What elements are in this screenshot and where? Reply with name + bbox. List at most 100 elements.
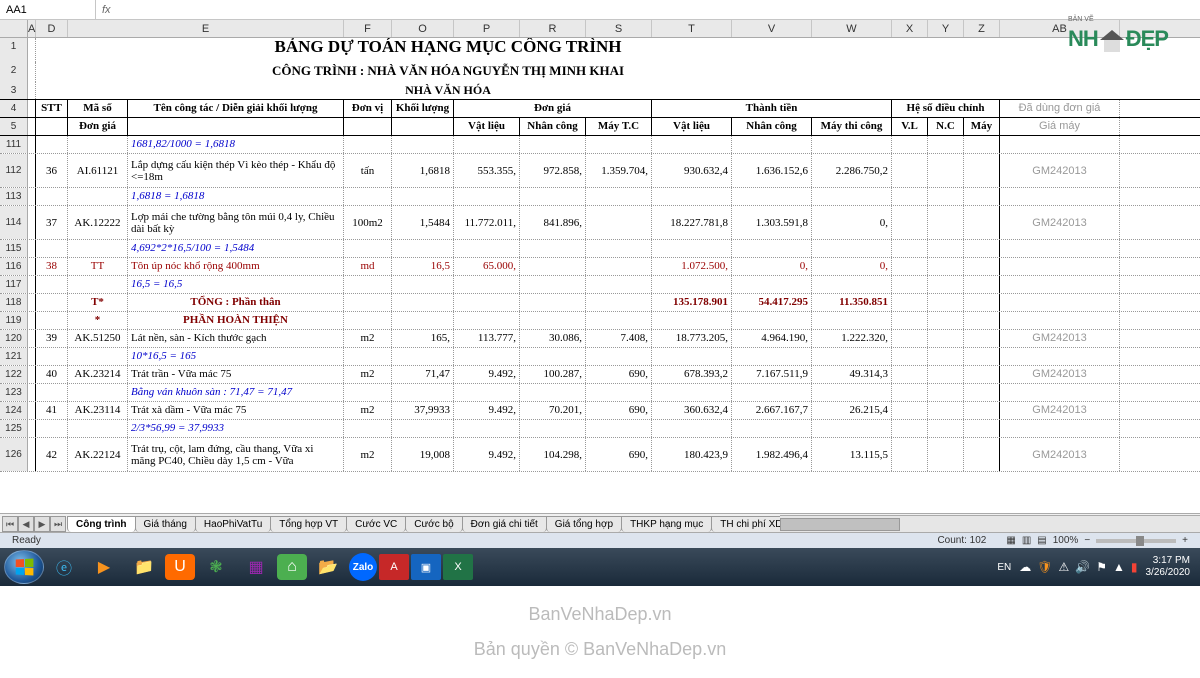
colhdr-D[interactable]: D <box>36 20 68 37</box>
rowhdr[interactable]: 1 <box>0 38 28 62</box>
cell-maso[interactable] <box>68 240 128 257</box>
cell-mtc[interactable] <box>586 420 652 437</box>
cell-tnc[interactable] <box>732 348 812 365</box>
tray-network-icon[interactable]: ⚠ <box>1059 560 1070 574</box>
cell-mtc[interactable] <box>586 188 652 205</box>
cell-stt[interactable]: 36 <box>36 154 68 187</box>
cell-mtc[interactable]: 690, <box>586 402 652 419</box>
cell-vl[interactable] <box>454 136 520 153</box>
cell-nc[interactable] <box>520 312 586 329</box>
cell-desc[interactable]: 16,5 = 16,5 <box>128 276 344 293</box>
cell-tmtc[interactable] <box>812 136 892 153</box>
cell-kl[interactable] <box>392 136 454 153</box>
cell-donvi[interactable] <box>344 276 392 293</box>
cell-tvl[interactable]: 18.773.205, <box>652 330 732 347</box>
cell-ab[interactable] <box>1000 420 1120 437</box>
select-all-corner[interactable] <box>0 20 28 37</box>
cell-mtc[interactable]: 690, <box>586 366 652 383</box>
cell-vl[interactable]: 11.772.011, <box>454 206 520 239</box>
cell-donvi[interactable] <box>344 348 392 365</box>
cell-donvi[interactable]: md <box>344 258 392 275</box>
rowhdr[interactable]: 118 <box>0 294 28 311</box>
cell-desc[interactable]: 1681,82/1000 = 1,6818 <box>128 136 344 153</box>
cell-nc[interactable] <box>520 276 586 293</box>
cell-desc[interactable]: TỔNG : Phần thân <box>128 294 344 311</box>
cell-vl[interactable] <box>454 294 520 311</box>
cell-tmtc[interactable]: 0, <box>812 206 892 239</box>
cell-kl[interactable]: 71,47 <box>392 366 454 383</box>
cell-nc[interactable] <box>520 348 586 365</box>
cell-tvl[interactable]: 678.393,2 <box>652 366 732 383</box>
cell-donvi[interactable] <box>344 240 392 257</box>
zoom-in-icon[interactable]: + <box>1182 535 1188 546</box>
cell-tmtc[interactable] <box>812 384 892 401</box>
rowhdr[interactable]: 126 <box>0 438 28 471</box>
cell-nc[interactable] <box>520 188 586 205</box>
cell-stt[interactable]: 39 <box>36 330 68 347</box>
cell-desc[interactable]: Trát trần - Vữa mác 75 <box>128 366 344 383</box>
cell-kl[interactable] <box>392 348 454 365</box>
cell-stt[interactable]: 40 <box>36 366 68 383</box>
cell-vl[interactable] <box>454 188 520 205</box>
cell-tvl[interactable]: 360.632,4 <box>652 402 732 419</box>
cell-vl[interactable]: 9.492, <box>454 402 520 419</box>
cell-nc[interactable] <box>520 136 586 153</box>
cell-maso[interactable]: AK.23114 <box>68 402 128 419</box>
tray-volume-icon[interactable]: 🔊 <box>1075 560 1090 574</box>
rowhdr[interactable]: 111 <box>0 136 28 153</box>
sheet-tab[interactable]: Công trình <box>67 516 136 532</box>
cell-desc[interactable]: Trát xà dầm - Vữa mác 75 <box>128 402 344 419</box>
cell-donvi[interactable] <box>344 188 392 205</box>
cell-ab[interactable]: GM242013 <box>1000 206 1120 239</box>
cell-maso[interactable] <box>68 136 128 153</box>
cell-donvi[interactable] <box>344 294 392 311</box>
cell-tnc[interactable] <box>732 240 812 257</box>
cell-donvi[interactable] <box>344 420 392 437</box>
rowhdr[interactable]: 3 <box>0 82 28 99</box>
cell-desc[interactable]: 2/3*56,99 = 37,9933 <box>128 420 344 437</box>
colhdr-E[interactable]: E <box>68 20 344 37</box>
rowhdr[interactable]: 116 <box>0 258 28 275</box>
cell-ab[interactable] <box>1000 312 1120 329</box>
rowhdr[interactable]: 112 <box>0 154 28 187</box>
view-pagebreak-icon[interactable]: ▤ <box>1037 535 1046 546</box>
cell-maso[interactable] <box>68 276 128 293</box>
cell-stt[interactable]: 42 <box>36 438 68 471</box>
colhdr-V[interactable]: V <box>732 20 812 37</box>
rowhdr[interactable]: 115 <box>0 240 28 257</box>
cell-tnc[interactable] <box>732 188 812 205</box>
cell-kl[interactable]: 16,5 <box>392 258 454 275</box>
cell-ab[interactable] <box>1000 136 1120 153</box>
cell-tvl[interactable]: 135.178.901 <box>652 294 732 311</box>
cell-nc[interactable] <box>520 240 586 257</box>
cell-desc[interactable]: Lắp dựng cấu kiện thép Vì kèo thép - Khẩ… <box>128 154 344 187</box>
sheet-tab[interactable]: Cước VC <box>346 516 406 532</box>
cell-kl[interactable] <box>392 384 454 401</box>
cell-vl[interactable] <box>454 348 520 365</box>
cell-tmtc[interactable]: 2.286.750,2 <box>812 154 892 187</box>
cell-desc[interactable]: 4,692*2*16,5/100 = 1,5484 <box>128 240 344 257</box>
cell-tnc[interactable]: 1.636.152,6 <box>732 154 812 187</box>
cell-tnc[interactable]: 0, <box>732 258 812 275</box>
cell-maso[interactable]: * <box>68 312 128 329</box>
cell-vl[interactable] <box>454 384 520 401</box>
cell-tvl[interactable] <box>652 240 732 257</box>
rowhdr[interactable]: 117 <box>0 276 28 293</box>
cell-ab[interactable] <box>1000 384 1120 401</box>
tray-cloud-icon[interactable]: ☁ <box>1019 560 1031 574</box>
zoom-level[interactable]: 100% <box>1053 535 1079 546</box>
cell-stt[interactable] <box>36 136 68 153</box>
tab-next-icon[interactable]: ▶ <box>34 516 50 532</box>
cell-kl[interactable] <box>392 188 454 205</box>
tab-prev-icon[interactable]: ◀ <box>18 516 34 532</box>
cell-tvl[interactable] <box>652 420 732 437</box>
cell-vl[interactable]: 9.492, <box>454 438 520 471</box>
cell-desc[interactable]: Lát nền, sàn - Kích thước gạch <box>128 330 344 347</box>
tray-chevron-icon[interactable]: ▲ <box>1113 560 1125 574</box>
rowhdr[interactable]: 123 <box>0 384 28 401</box>
cell-tmtc[interactable]: 11.350.851 <box>812 294 892 311</box>
start-button[interactable] <box>4 550 44 584</box>
rowhdr[interactable]: 124 <box>0 402 28 419</box>
colhdr-X[interactable]: X <box>892 20 928 37</box>
colhdr-O[interactable]: O <box>392 20 454 37</box>
